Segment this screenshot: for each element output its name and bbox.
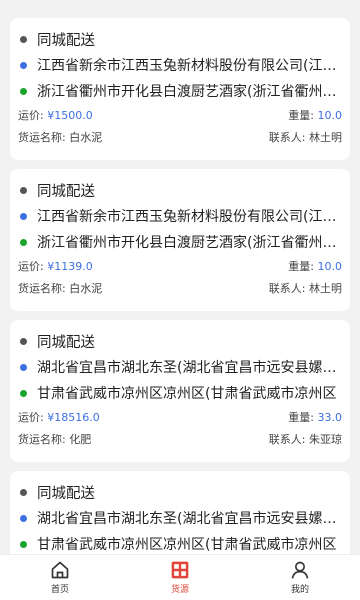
delivery-type: 同城配送 (37, 485, 95, 502)
goods-label: 货运名称: (18, 433, 70, 446)
delivery-type-row: 同城配送 (18, 177, 342, 203)
tab-home-label: 首页 (50, 585, 69, 595)
tab-goods-source-label: 货源 (170, 585, 189, 595)
status-bar (0, 0, 360, 10)
destination-row: 甘肃省武威市凉州区凉州区(甘肃省武威市凉州区 (18, 531, 342, 554)
contact-value: 林土明 (309, 131, 342, 144)
tab-home[interactable]: 首页 (0, 555, 120, 600)
type-dot-icon (20, 488, 27, 496)
weight-value: 10.0 (317, 109, 343, 122)
destination-address: 浙江省衢州市开化县白渡厨艺酒家(浙江省衢州市开化县 (37, 235, 342, 251)
origin-row: 湖北省宜昌市湖北东圣(湖北省宜昌市远安县嫘祖镇 (18, 505, 342, 531)
goods-contact-row: 货运名称: 白水泥 联系人: 林土明 (18, 277, 342, 299)
tab-mine-label: 我的 (290, 585, 309, 595)
origin-row: 湖北省宜昌市湖北东圣(湖北省宜昌市远安县嫘祖镇 (18, 354, 342, 380)
delivery-type: 同城配送 (37, 334, 95, 351)
destination-dot-icon (20, 540, 27, 548)
origin-dot-icon (20, 212, 27, 220)
contact-label: 联系人: (268, 282, 309, 295)
goods-contact-row: 货运名称: 白水泥 联系人: 林土明 (18, 126, 342, 148)
order-card[interactable]: 同城配送 江西省新余市江西玉兔新材料股份有限公司(江西省新余市 浙江省衢州市开化… (10, 18, 350, 160)
origin-dot-icon (20, 514, 27, 522)
bottom-tab-bar: 首页 货源 我的 (0, 554, 360, 600)
type-dot-icon (20, 35, 27, 43)
contact-value: 林土明 (309, 282, 342, 295)
delivery-type-row: 同城配送 (18, 479, 342, 505)
freight-label: 运价: (18, 260, 48, 273)
destination-row: 甘肃省武威市凉州区凉州区(甘肃省武威市凉州区 (18, 380, 342, 406)
goods-contact-row: 货运名称: 化肥 联系人: 朱亚琼 (18, 428, 342, 450)
price-weight-row: 运价: ¥1500.0 重量: 10.0 (18, 104, 342, 126)
freight-label: 运价: (18, 411, 48, 424)
weight-label: 重量: (288, 411, 318, 424)
origin-row: 江西省新余市江西玉兔新材料股份有限公司(江西省新余市 (18, 203, 342, 229)
goods-label: 货运名称: (18, 282, 70, 295)
type-dot-icon (20, 186, 27, 194)
origin-dot-icon (20, 61, 27, 69)
tab-goods-source[interactable]: 货源 (120, 555, 240, 600)
price-weight-row: 运价: ¥18516.0 重量: 33.0 (18, 406, 342, 428)
destination-dot-icon (20, 389, 27, 397)
goods-value: 白水泥 (69, 131, 103, 144)
contact-label: 联系人: (268, 433, 309, 446)
destination-dot-icon (20, 238, 27, 246)
price-weight-row: 运价: ¥1139.0 重量: 10.0 (18, 255, 342, 277)
freight-value: ¥18516.0 (47, 411, 100, 424)
grid-icon (171, 561, 189, 579)
contact-value: 朱亚琼 (309, 433, 342, 446)
type-dot-icon (20, 337, 27, 345)
destination-address: 浙江省衢州市开化县白渡厨艺酒家(浙江省衢州市开化县 (37, 84, 342, 100)
delivery-type: 同城配送 (37, 183, 95, 200)
freight-value: ¥1500.0 (47, 109, 93, 122)
destination-address: 甘肃省武威市凉州区凉州区(甘肃省武威市凉州区 (37, 537, 337, 553)
weight-value: 33.0 (317, 411, 343, 424)
contact-label: 联系人: (268, 131, 309, 144)
delivery-type-row: 同城配送 (18, 328, 342, 354)
order-card[interactable]: 同城配送 江西省新余市江西玉兔新材料股份有限公司(江西省新余市 浙江省衢州市开化… (10, 169, 350, 311)
freight-label: 运价: (18, 109, 48, 122)
user-icon (291, 561, 309, 579)
origin-address: 湖北省宜昌市湖北东圣(湖北省宜昌市远安县嫘祖镇 (37, 511, 342, 527)
weight-label: 重量: (288, 109, 318, 122)
weight-value: 10.0 (317, 260, 343, 273)
goods-value: 白水泥 (69, 282, 103, 295)
order-card[interactable]: 同城配送 湖北省宜昌市湖北东圣(湖北省宜昌市远安县嫘祖镇 甘肃省武威市凉州区凉州… (10, 320, 350, 462)
home-icon (51, 561, 69, 579)
destination-row: 浙江省衢州市开化县白渡厨艺酒家(浙江省衢州市开化县 (18, 229, 342, 255)
order-card[interactable]: 同城配送 湖北省宜昌市湖北东圣(湖北省宜昌市远安县嫘祖镇 甘肃省武威市凉州区凉州… (10, 471, 350, 554)
order-list: 同城配送 江西省新余市江西玉兔新材料股份有限公司(江西省新余市 浙江省衢州市开化… (0, 10, 360, 554)
delivery-type-row: 同城配送 (18, 26, 342, 52)
weight-label: 重量: (288, 260, 318, 273)
goods-value: 化肥 (69, 433, 92, 446)
destination-row: 浙江省衢州市开化县白渡厨艺酒家(浙江省衢州市开化县 (18, 78, 342, 104)
destination-address: 甘肃省武威市凉州区凉州区(甘肃省武威市凉州区 (37, 386, 337, 402)
goods-label: 货运名称: (18, 131, 70, 144)
origin-address: 江西省新余市江西玉兔新材料股份有限公司(江西省新余市 (37, 58, 342, 74)
freight-value: ¥1139.0 (47, 260, 93, 273)
origin-address: 江西省新余市江西玉兔新材料股份有限公司(江西省新余市 (37, 209, 342, 225)
origin-dot-icon (20, 363, 27, 371)
tab-mine[interactable]: 我的 (240, 555, 360, 600)
destination-dot-icon (20, 87, 27, 95)
delivery-type: 同城配送 (37, 32, 95, 49)
origin-row: 江西省新余市江西玉兔新材料股份有限公司(江西省新余市 (18, 52, 342, 78)
origin-address: 湖北省宜昌市湖北东圣(湖北省宜昌市远安县嫘祖镇 (37, 360, 342, 376)
